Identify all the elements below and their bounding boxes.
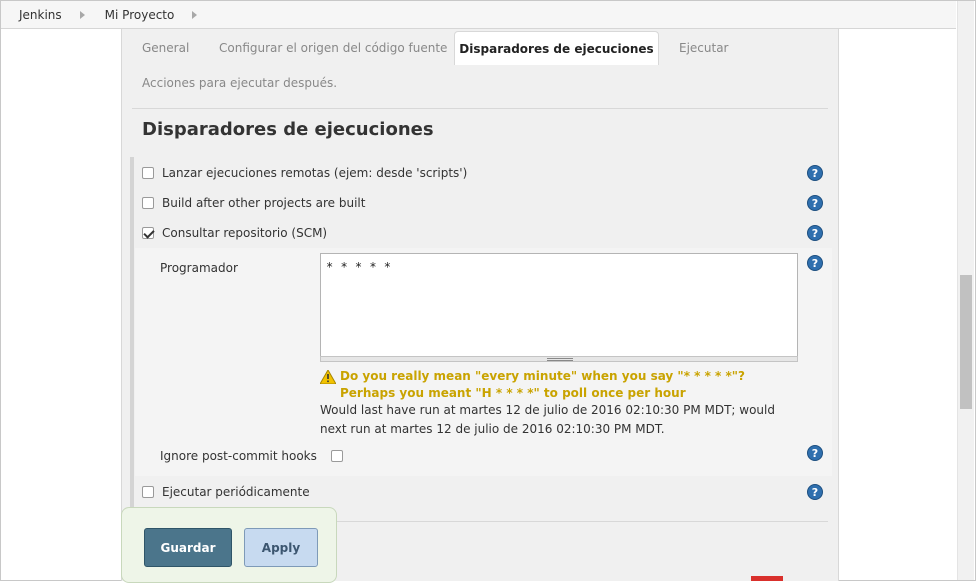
- help-icon-glyph: ?: [811, 485, 819, 499]
- tab-general[interactable]: General: [142, 41, 189, 55]
- divider: [132, 108, 828, 109]
- breadcrumb-item-jenkins[interactable]: Jenkins: [19, 8, 105, 22]
- trigger-label: Build after other projects are built: [162, 196, 366, 210]
- trigger-label: Consultar repositorio (SCM): [162, 226, 328, 240]
- help-icon-glyph: ?: [811, 196, 819, 210]
- breadcrumb-link[interactable]: Jenkins: [19, 8, 66, 22]
- ignore-hooks-row[interactable]: Ignore post-commit hooks: [160, 449, 343, 463]
- tab-build-triggers[interactable]: Disparadores de ejecuciones: [454, 31, 659, 65]
- apply-button[interactable]: Apply: [244, 528, 318, 567]
- grip-icon: [547, 358, 573, 361]
- trigger-remote-checkbox[interactable]: [142, 167, 154, 179]
- trigger-poll-scm-checkbox[interactable]: [142, 227, 154, 239]
- schedule-label: Programador: [160, 261, 238, 275]
- breadcrumb-link[interactable]: Mi Proyecto: [105, 8, 179, 22]
- warning-icon: [320, 370, 336, 384]
- section-title: Disparadores de ejecuciones: [142, 119, 434, 140]
- warning-text: Do you really mean "every minute" when y…: [340, 369, 745, 400]
- page-scrollbar[interactable]: [957, 1, 974, 580]
- trigger-after-other-checkbox[interactable]: [142, 197, 154, 209]
- schedule-warning: Do you really mean "every minute" when y…: [320, 368, 800, 402]
- help-icon[interactable]: ?: [807, 484, 823, 500]
- trigger-periodic[interactable]: Ejecutar periódicamente: [142, 485, 310, 499]
- trigger-label: Lanzar ejecuciones remotas (ejem: desde …: [162, 166, 468, 180]
- scrollbar-thumb[interactable]: [960, 275, 972, 409]
- tab-build[interactable]: Ejecutar: [679, 41, 729, 55]
- ignore-hooks-label: Ignore post-commit hooks: [160, 449, 317, 463]
- tab-scm[interactable]: Configurar el origen del código fuente: [219, 41, 447, 55]
- save-bar: Guardar Apply: [121, 507, 337, 583]
- help-icon[interactable]: ?: [807, 225, 823, 241]
- breadcrumb-item-project[interactable]: Mi Proyecto: [105, 8, 218, 22]
- save-button[interactable]: Guardar: [144, 528, 232, 567]
- help-icon[interactable]: ?: [807, 445, 823, 461]
- textarea-resize-handle[interactable]: [320, 356, 798, 362]
- help-icon-glyph: ?: [811, 166, 819, 180]
- trigger-label: Ejecutar periódicamente: [162, 485, 310, 499]
- help-icon-glyph: ?: [811, 256, 819, 270]
- trigger-remote[interactable]: Lanzar ejecuciones remotas (ejem: desde …: [142, 166, 467, 180]
- help-icon-glyph: ?: [811, 446, 819, 460]
- breadcrumb: Jenkins Mi Proyecto: [1, 1, 956, 29]
- help-icon-glyph: ?: [811, 226, 819, 240]
- ignore-hooks-checkbox[interactable]: [330, 450, 343, 462]
- config-tabs: General Configurar el origen del código …: [122, 29, 838, 99]
- trigger-periodic-checkbox[interactable]: [142, 486, 154, 498]
- help-icon[interactable]: ?: [807, 255, 823, 271]
- tab-post-build[interactable]: Acciones para ejecutar después.: [142, 76, 337, 90]
- trigger-after-other[interactable]: Build after other projects are built: [142, 196, 365, 210]
- chevron-right-icon[interactable]: [79, 10, 85, 19]
- schedule-input[interactable]: [320, 253, 798, 357]
- help-icon[interactable]: ?: [807, 165, 823, 181]
- schedule-info: Would last have run at martes 12 de juli…: [320, 403, 775, 436]
- config-panel: General Configurar el origen del código …: [121, 29, 839, 581]
- trigger-poll-scm[interactable]: Consultar repositorio (SCM): [142, 226, 327, 240]
- help-icon[interactable]: ?: [807, 195, 823, 211]
- status-marker: [751, 576, 783, 581]
- chevron-right-icon[interactable]: [192, 10, 198, 19]
